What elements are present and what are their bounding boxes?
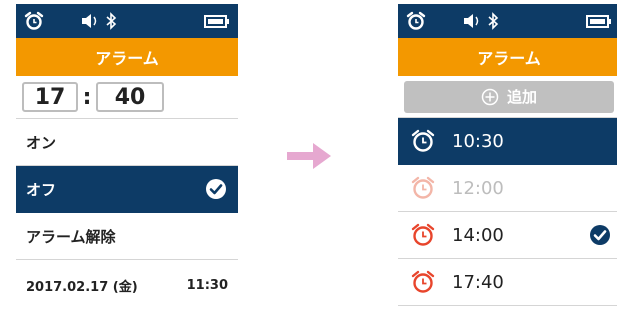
alarm-icon xyxy=(406,11,426,30)
time-separator: : xyxy=(82,84,92,110)
alarm-icon xyxy=(24,11,44,30)
bluetooth-icon xyxy=(106,12,117,30)
alarm-time: 14:00 xyxy=(452,224,504,246)
menu-item-label: アラーム解除 xyxy=(26,227,116,246)
alarm-item[interactable]: 14:00 xyxy=(398,212,617,259)
screen-title: アラーム xyxy=(16,38,238,76)
current-time: 11:30 xyxy=(186,277,228,293)
alarm-list-screen: アラーム 追加 10:30 12:00 14:00 17:40 xyxy=(398,4,617,308)
plus-circle-icon xyxy=(481,88,499,105)
screen-title: アラーム xyxy=(398,38,617,76)
alarm-clock-icon xyxy=(411,223,435,246)
menu-item-alarm-release[interactable]: アラーム解除 xyxy=(16,213,238,260)
menu-item-off[interactable]: オフ xyxy=(16,166,238,213)
status-footer: 2017.02.17 (金) 11:30 xyxy=(16,260,238,308)
checkmark-icon xyxy=(206,179,226,199)
menu-item-label: オフ xyxy=(26,180,57,199)
alarm-time: 17:40 xyxy=(452,271,504,293)
time-setter: 17 : 40 xyxy=(16,76,238,119)
menu-item-on[interactable]: オン xyxy=(16,119,238,166)
add-alarm-button[interactable]: 追加 xyxy=(404,80,614,113)
speaker-icon xyxy=(464,14,479,28)
alarm-clock-icon xyxy=(411,129,435,152)
add-button-label: 追加 xyxy=(506,88,537,106)
battery-icon xyxy=(204,15,229,28)
arrow-right-icon xyxy=(287,143,331,169)
alarm-time: 10:30 xyxy=(452,130,504,152)
menu-item-label: オン xyxy=(26,133,57,152)
alarm-item[interactable]: 17:40 xyxy=(398,259,617,306)
alarm-clock-icon xyxy=(411,176,435,199)
hour-field[interactable]: 17 xyxy=(22,82,78,112)
bluetooth-icon xyxy=(488,12,499,30)
current-date: 2017.02.17 (金) xyxy=(26,279,138,295)
minute-field[interactable]: 40 xyxy=(96,82,164,112)
alarm-time: 12:00 xyxy=(452,177,504,199)
alarm-settings-screen: アラーム 17 : 40 オン オフ アラーム解除 2017.02.17 (金)… xyxy=(16,4,238,308)
alarm-item[interactable]: 12:00 xyxy=(398,165,617,212)
speaker-icon xyxy=(82,14,97,28)
status-bar xyxy=(398,4,617,38)
add-row: 追加 xyxy=(398,76,617,118)
alarm-item[interactable]: 10:30 xyxy=(398,118,617,165)
alarm-clock-icon xyxy=(411,270,435,293)
battery-icon xyxy=(586,15,611,28)
status-bar xyxy=(16,4,238,38)
checkmark-icon xyxy=(590,225,610,245)
